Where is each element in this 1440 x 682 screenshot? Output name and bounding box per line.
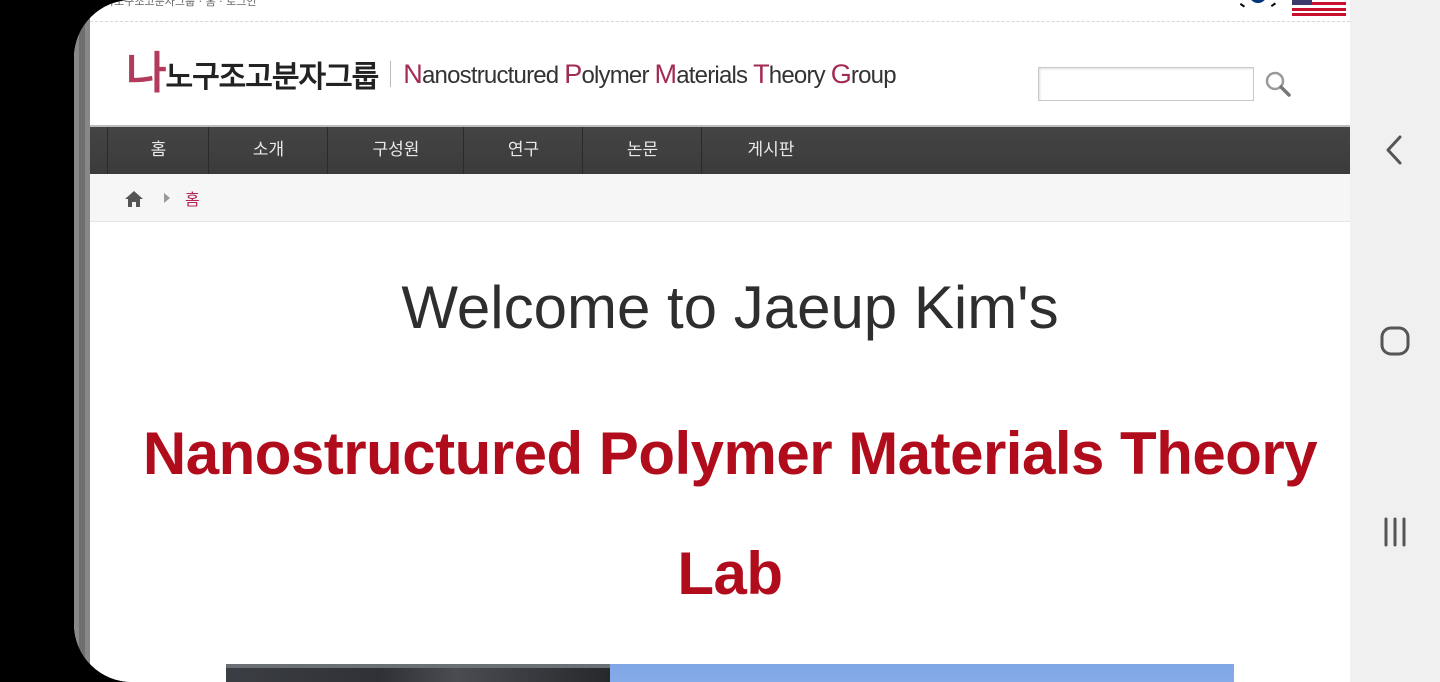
welcome-heading: Welcome to Jaeup Kim's bbox=[401, 274, 1059, 341]
nav-item-papers[interactable]: 논문 bbox=[584, 127, 702, 174]
home-circle-icon[interactable] bbox=[1379, 325, 1411, 357]
site-logo[interactable]: 나 노구조고분자그룹 Nanostructured Polymer Materi… bbox=[126, 48, 897, 99]
recents-icon[interactable] bbox=[1379, 516, 1411, 548]
logo-divider bbox=[390, 61, 392, 87]
logo-mark: 나 bbox=[126, 48, 167, 99]
breadcrumb-current[interactable]: 홈 bbox=[185, 186, 200, 210]
system-navigation-bar bbox=[1350, 0, 1440, 682]
photo-building bbox=[226, 664, 610, 682]
nav-lead-divider bbox=[90, 127, 108, 174]
top-strip: 나노구조고분자그룹 · 홈 · 로그인 bbox=[90, 0, 1350, 22]
main-nav: 홈 소개 구성원 연구 논문 게시판 bbox=[90, 125, 1350, 174]
photo-sky bbox=[610, 664, 1234, 682]
home-icon[interactable] bbox=[124, 190, 144, 208]
nav-item-members[interactable]: 구성원 bbox=[329, 127, 464, 174]
search-input[interactable] bbox=[1038, 67, 1254, 101]
lab-title: Nanostructured Polymer Materials Theory … bbox=[142, 420, 1318, 607]
nav-item-board[interactable]: 게시판 bbox=[703, 127, 839, 174]
logo-english-name: Nanostructured Polymer Materials Theory … bbox=[403, 58, 896, 89]
usa-flag-icon[interactable] bbox=[1292, 0, 1346, 16]
korea-flag-icon[interactable] bbox=[1238, 0, 1278, 16]
nav-item-home[interactable]: 홈 bbox=[109, 127, 209, 174]
nav-item-about[interactable]: 소개 bbox=[210, 127, 328, 174]
page-content: 나노구조고분자그룹 · 홈 · 로그인 나 노구조고분자그룹 Nanostruc… bbox=[90, 0, 1350, 682]
back-icon[interactable] bbox=[1382, 133, 1408, 167]
magnifier-icon[interactable] bbox=[1260, 66, 1296, 102]
nav-item-research[interactable]: 연구 bbox=[465, 127, 583, 174]
top-strip-text: 나노구조고분자그룹 · 홈 · 로그인 bbox=[104, 0, 257, 8]
breadcrumb: 홈 bbox=[90, 174, 1350, 222]
lab-photo bbox=[226, 664, 1234, 682]
logo-korean-name: 노구조고분자그룹 bbox=[165, 60, 379, 95]
browser-screen: 나노구조고분자그룹 · 홈 · 로그인 나 노구조고분자그룹 Nanostruc… bbox=[74, 0, 1350, 682]
page-edge bbox=[74, 0, 90, 682]
chevron-right-icon bbox=[164, 193, 170, 203]
